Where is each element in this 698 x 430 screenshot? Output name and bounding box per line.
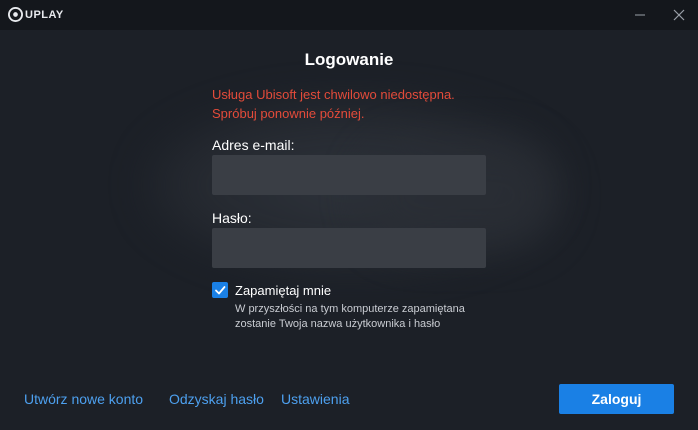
error-message: Usługa Ubisoft jest chwilowo niedostępna… bbox=[212, 85, 512, 123]
page-title: Logowanie bbox=[304, 50, 394, 69]
password-field[interactable] bbox=[212, 228, 486, 268]
remember-description: W przyszłości na tym komputerze zapamięt… bbox=[235, 302, 505, 332]
recover-password-link[interactable]: Odzyskaj hasło bbox=[169, 391, 264, 407]
close-button[interactable] bbox=[664, 0, 694, 30]
close-icon bbox=[673, 9, 685, 21]
settings-link[interactable]: Ustawienia bbox=[281, 391, 349, 407]
email-label: Adres e-mail: bbox=[212, 137, 295, 153]
error-line-2: Spróbuj ponownie później. bbox=[212, 106, 365, 121]
app-logo: UPLAY bbox=[8, 7, 64, 22]
minimize-button[interactable] bbox=[625, 0, 655, 30]
login-button[interactable]: Zaloguj bbox=[559, 384, 674, 414]
password-label: Hasło: bbox=[212, 210, 252, 226]
minimize-icon bbox=[635, 14, 645, 16]
email-field[interactable] bbox=[212, 155, 486, 195]
title-bar[interactable]: UPLAY bbox=[0, 0, 698, 30]
checkmark-icon bbox=[215, 286, 226, 295]
error-line-1: Usługa Ubisoft jest chwilowo niedostępna… bbox=[212, 87, 455, 102]
remember-description-line-1: W przyszłości na tym komputerze zapamięt… bbox=[235, 303, 465, 315]
uplay-logo-icon bbox=[8, 7, 23, 22]
create-account-link[interactable]: Utwórz nowe konto bbox=[24, 391, 143, 407]
remember-checkbox[interactable] bbox=[212, 282, 228, 298]
app-logo-text: UPLAY bbox=[25, 8, 64, 21]
remember-label[interactable]: Zapamiętaj mnie bbox=[235, 283, 331, 298]
remember-description-line-2: zostanie Twoja nazwa użytkownika i hasło bbox=[235, 318, 441, 330]
login-window: UPLAY Logowanie Usługa Ubisoft jest chwi… bbox=[0, 0, 698, 430]
